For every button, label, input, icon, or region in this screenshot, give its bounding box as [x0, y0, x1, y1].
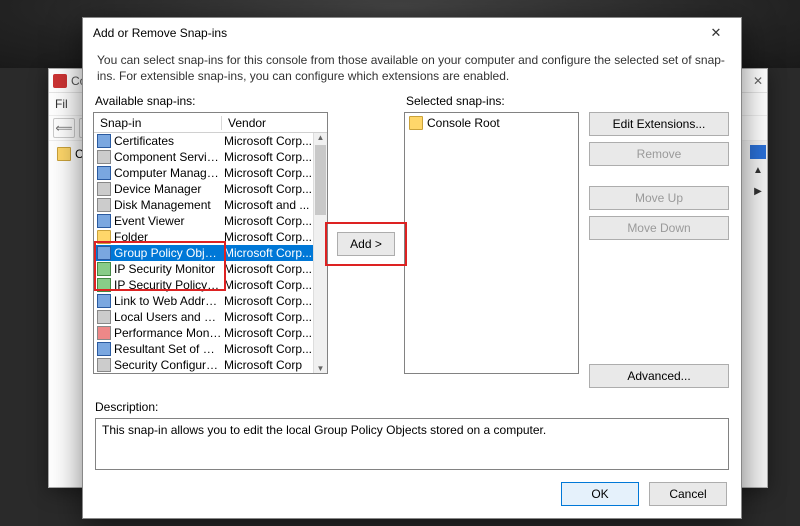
- snapin-vendor: Microsoft Corp...: [222, 230, 313, 244]
- available-list-header[interactable]: Snap-in Vendor: [94, 113, 327, 133]
- toolbar-back-icon[interactable]: ⟸: [53, 118, 75, 138]
- selected-label: Selected snap-ins:: [404, 92, 579, 112]
- mmc-app-icon: [53, 74, 67, 88]
- snapin-vendor: Microsoft Corp...: [222, 262, 313, 276]
- advanced-button[interactable]: Advanced...: [589, 364, 729, 388]
- snapin-vendor: Microsoft Corp: [222, 358, 313, 372]
- menu-file[interactable]: Fil: [55, 97, 68, 111]
- snapin-name: IP Security Policy Ma...: [112, 278, 222, 292]
- snapin-icon: [96, 198, 112, 212]
- snapin-name: Group Policy Object ...: [112, 246, 222, 260]
- snapin-name: Certificates: [112, 134, 222, 148]
- snapin-row[interactable]: Link to Web AddressMicrosoft Corp...: [94, 293, 313, 309]
- list-scrollbar[interactable]: [313, 133, 327, 373]
- snapin-name: Resultant Set of Policy: [112, 342, 222, 356]
- add-remove-snapins-dialog: Add or Remove Snap-ins ✕ You can select …: [82, 17, 742, 519]
- snapin-row[interactable]: Device ManagerMicrosoft Corp...: [94, 181, 313, 197]
- move-up-button: Move Up: [589, 186, 729, 210]
- header-snapin[interactable]: Snap-in: [94, 116, 222, 130]
- snapin-icon: [96, 166, 112, 180]
- description-text: This snap-in allows you to edit the loca…: [102, 423, 546, 437]
- remove-button: Remove: [589, 142, 729, 166]
- snapin-icon: [96, 134, 112, 148]
- close-icon[interactable]: ✕: [701, 25, 731, 41]
- actions-collapse-icon[interactable]: [750, 145, 766, 159]
- snapin-icon: [96, 342, 112, 356]
- snapin-name: Computer Managem...: [112, 166, 222, 180]
- available-label: Available snap-ins:: [93, 92, 328, 112]
- selected-root-item[interactable]: Console Root: [407, 115, 576, 131]
- snapin-row[interactable]: Event ViewerMicrosoft Corp...: [94, 213, 313, 229]
- folder-icon: [409, 116, 423, 130]
- snapin-vendor: Microsoft Corp...: [222, 150, 313, 164]
- chevron-up-icon[interactable]: ▲: [753, 165, 763, 176]
- snapin-icon: [96, 358, 112, 372]
- snapin-icon: [96, 230, 112, 244]
- snapin-vendor: Microsoft and ...: [222, 198, 313, 212]
- snapin-icon: [96, 278, 112, 292]
- snapin-row[interactable]: Disk ManagementMicrosoft and ...: [94, 197, 313, 213]
- add-button[interactable]: Add >: [337, 232, 395, 256]
- snapin-icon: [96, 150, 112, 164]
- snapin-name: IP Security Monitor: [112, 262, 222, 276]
- description-box: This snap-in allows you to edit the loca…: [95, 418, 729, 470]
- snapin-icon: [96, 214, 112, 228]
- snapin-vendor: Microsoft Corp...: [222, 294, 313, 308]
- snapin-name: Performance Monitor: [112, 326, 222, 340]
- header-vendor[interactable]: Vendor: [222, 116, 327, 130]
- snapin-vendor: Microsoft Corp...: [222, 166, 313, 180]
- snapin-row[interactable]: Security ConfiguratioMicrosoft Corp: [94, 357, 313, 373]
- scrollbar-thumb[interactable]: [315, 145, 326, 215]
- dialog-titlebar: Add or Remove Snap-ins ✕: [83, 18, 741, 48]
- snapin-icon: [96, 294, 112, 308]
- snapin-icon: [96, 182, 112, 196]
- snapin-icon: [96, 246, 112, 260]
- snapin-name: Disk Management: [112, 198, 222, 212]
- snapin-icon: [96, 262, 112, 276]
- snapin-row[interactable]: FolderMicrosoft Corp...: [94, 229, 313, 245]
- snapin-icon: [96, 310, 112, 324]
- snapin-row[interactable]: Resultant Set of PolicyMicrosoft Corp...: [94, 341, 313, 357]
- snapin-row[interactable]: Local Users and Gro...Microsoft Corp...: [94, 309, 313, 325]
- snapin-vendor: Microsoft Corp...: [222, 214, 313, 228]
- snapin-vendor: Microsoft Corp...: [222, 182, 313, 196]
- selected-snapins-list[interactable]: Console Root: [404, 112, 579, 374]
- snapin-vendor: Microsoft Corp...: [222, 310, 313, 324]
- snapin-row[interactable]: IP Security Policy Ma...Microsoft Corp..…: [94, 277, 313, 293]
- ok-button[interactable]: OK: [561, 482, 639, 506]
- snapin-row[interactable]: Performance MonitorMicrosoft Corp...: [94, 325, 313, 341]
- snapin-name: Link to Web Address: [112, 294, 222, 308]
- available-snapins-list[interactable]: Snap-in Vendor CertificatesMicrosoft Cor…: [93, 112, 328, 374]
- cancel-button[interactable]: Cancel: [649, 482, 727, 506]
- snapin-name: Event Viewer: [112, 214, 222, 228]
- description-label: Description:: [95, 400, 729, 414]
- dialog-title: Add or Remove Snap-ins: [93, 26, 701, 40]
- snapin-row[interactable]: Computer Managem...Microsoft Corp...: [94, 165, 313, 181]
- snapin-row[interactable]: Group Policy Object ...Microsoft Corp...: [94, 245, 313, 261]
- snapin-row[interactable]: Component ServicesMicrosoft Corp...: [94, 149, 313, 165]
- snapin-icon: [96, 326, 112, 340]
- chevron-right-icon[interactable]: ▶: [754, 186, 762, 197]
- snapin-name: Component Services: [112, 150, 222, 164]
- snapin-row[interactable]: IP Security MonitorMicrosoft Corp...: [94, 261, 313, 277]
- snapin-vendor: Microsoft Corp...: [222, 342, 313, 356]
- snapin-name: Security Configuratio: [112, 358, 222, 372]
- snapin-name: Folder: [112, 230, 222, 244]
- snapin-name: Local Users and Gro...: [112, 310, 222, 324]
- mmc-close-icon[interactable]: ✕: [753, 74, 763, 88]
- snapin-vendor: Microsoft Corp...: [222, 134, 313, 148]
- snapin-row[interactable]: CertificatesMicrosoft Corp...: [94, 133, 313, 149]
- dialog-description: You can select snap-ins for this console…: [83, 48, 741, 92]
- move-down-button: Move Down: [589, 216, 729, 240]
- selected-root-label: Console Root: [427, 116, 500, 130]
- folder-icon: [57, 147, 71, 161]
- spacer-label: [579, 92, 729, 112]
- edit-extensions-button[interactable]: Edit Extensions...: [589, 112, 729, 136]
- snapin-vendor: Microsoft Corp...: [222, 278, 313, 292]
- snapin-vendor: Microsoft Corp...: [222, 326, 313, 340]
- snapin-name: Device Manager: [112, 182, 222, 196]
- snapin-vendor: Microsoft Corp...: [222, 246, 313, 260]
